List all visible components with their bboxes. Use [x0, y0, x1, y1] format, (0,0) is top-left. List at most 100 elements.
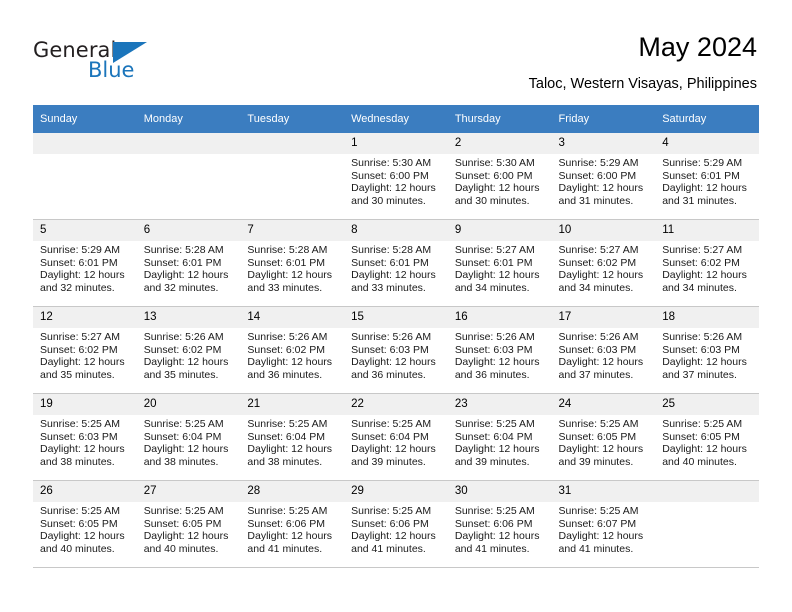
calendar-day-cell[interactable]: 19 Sunrise: 5:25 AM Sunset: 6:03 PM Dayligh… — [33, 393, 137, 481]
calendar-week-row: 12 Sunrise: 5:27 AM Sunset: 6:02 PM Dayligh… — [33, 306, 759, 394]
day-daylight-line2-text: and 32 minutes. — [143, 281, 219, 294]
day-sunset-text: Sunset: 6:07 PM — [558, 517, 637, 530]
calendar-day-cell[interactable]: 26 Sunrise: 5:25 AM Sunset: 6:05 PM Dayligh… — [33, 480, 137, 568]
calendar-day-cell[interactable]: 4 Sunrise: 5:29 AM Sunset: 6:01 PM Daylight… — [655, 133, 759, 220]
day-number: 30 — [447, 481, 552, 502]
day-number: 25 — [655, 394, 759, 415]
day-sun-info: Sunrise: 5:25 AM Sunset: 6:04 PM Daylight:… — [137, 415, 241, 468]
calendar-header-row: Sunday Monday Tuesday Wednesday Thursday… — [33, 105, 759, 133]
day-number: 19 — [33, 394, 137, 415]
calendar-day-cell[interactable]: 13 Sunrise: 5:26 AM Sunset: 6:02 PM Dayligh… — [136, 306, 241, 394]
calendar-day-cell[interactable]: 12 Sunrise: 5:27 AM Sunset: 6:02 PM Dayligh… — [33, 306, 137, 394]
day-daylight-line1-text: Daylight: 12 hours — [558, 443, 644, 456]
day-daylight-line2-text: and 31 minutes. — [662, 194, 737, 207]
day-daylight-line1-text: Daylight: 12 hours — [351, 443, 436, 456]
calendar-day-cell[interactable]: 2 Sunrise: 5:30 AM Sunset: 6:00 PM Daylight… — [447, 133, 552, 220]
calendar-day-cell[interactable]: 9 Sunrise: 5:27 AM Sunset: 6:01 PM Daylight… — [447, 219, 552, 307]
day-sunrise-text: Sunrise: 5:30 AM — [454, 157, 535, 169]
day-daylight-line1-text: Daylight: 12 hours — [143, 356, 229, 369]
day-sun-info: Sunrise: 5:26 AM Sunset: 6:03 PM Daylight:… — [344, 328, 448, 381]
day-daylight-line1-text: Daylight: 12 hours — [351, 530, 436, 543]
calendar-day-cell[interactable]: 11 Sunrise: 5:27 AM Sunset: 6:02 PM Dayligh… — [655, 219, 759, 307]
day-sunrise-text: Sunrise: 5:25 AM — [247, 418, 328, 430]
day-sunset-text: Sunset: 6:01 PM — [351, 256, 429, 269]
calendar-day-cell[interactable]: 27 Sunrise: 5:25 AM Sunset: 6:05 PM Dayligh… — [136, 480, 241, 568]
day-number: 12 — [33, 307, 137, 328]
calendar-day-cell[interactable]: 8 Sunrise: 5:28 AM Sunset: 6:01 PM Daylight… — [344, 219, 448, 307]
calendar-day-cell[interactable]: 14 Sunrise: 5:26 AM Sunset: 6:02 PM Dayligh… — [240, 306, 345, 394]
calendar-week-row: 5 Sunrise: 5:29 AM Sunset: 6:01 PM Daylight… — [33, 219, 759, 307]
day-sunrise-text: Sunrise: 5:25 AM — [40, 505, 120, 517]
day-sunrise-text: Sunrise: 5:29 AM — [558, 157, 639, 169]
weekday-header-friday: Friday — [551, 105, 656, 133]
calendar-day-cell[interactable]: 28 Sunrise: 5:25 AM Sunset: 6:06 PM Dayligh… — [240, 480, 345, 568]
day-number: 1 — [344, 133, 448, 154]
day-sunrise-text: Sunrise: 5:25 AM — [143, 418, 224, 430]
weekday-header-wednesday: Wednesday — [344, 105, 448, 133]
calendar-day-cell[interactable]: 16 Sunrise: 5:26 AM Sunset: 6:03 PM Dayligh… — [447, 306, 552, 394]
day-daylight-line2-text: and 34 minutes. — [662, 281, 737, 294]
day-number: 14 — [240, 307, 345, 328]
brand-name-blue: Blue — [88, 58, 135, 82]
day-number: 5 — [33, 220, 137, 241]
day-daylight-line2-text: and 32 minutes. — [40, 281, 115, 294]
day-sunrise-text: Sunrise: 5:25 AM — [351, 418, 432, 430]
day-sunset-text: Sunset: 6:00 PM — [454, 169, 533, 182]
page-subtitle: Taloc, Western Visayas, Philippines — [528, 76, 757, 92]
day-number: 3 — [551, 133, 656, 154]
calendar-day-cell[interactable]: 1 Sunrise: 5:30 AM Sunset: 6:00 PM Daylight… — [344, 133, 448, 220]
day-sun-info: Sunrise: 5:25 AM Sunset: 6:06 PM Daylight:… — [240, 502, 344, 555]
day-sun-info: Sunrise: 5:26 AM Sunset: 6:02 PM Daylight:… — [137, 328, 241, 381]
calendar-day-cell[interactable]: 7 Sunrise: 5:28 AM Sunset: 6:01 PM Daylight… — [240, 219, 345, 307]
day-sunset-text: Sunset: 6:02 PM — [662, 256, 740, 269]
day-daylight-line2-text: and 38 minutes. — [40, 455, 115, 468]
day-daylight-line1-text: Daylight: 12 hours — [247, 356, 333, 369]
day-number: 17 — [551, 307, 656, 328]
calendar-day-cell[interactable]: 20 Sunrise: 5:25 AM Sunset: 6:04 PM Dayligh… — [136, 393, 241, 481]
day-sun-info: Sunrise: 5:30 AM Sunset: 6:00 PM Daylight:… — [344, 154, 448, 207]
weekday-header-thursday: Thursday — [447, 105, 552, 133]
calendar-day-cell[interactable]: 23 Sunrise: 5:25 AM Sunset: 6:04 PM Dayligh… — [447, 393, 552, 481]
day-sun-info: Sunrise: 5:25 AM Sunset: 6:05 PM Daylight:… — [137, 502, 241, 555]
day-sun-info: Sunrise: 5:25 AM Sunset: 6:06 PM Daylight:… — [344, 502, 448, 555]
day-sunrise-text: Sunrise: 5:28 AM — [247, 244, 328, 256]
day-sunset-text: Sunset: 6:01 PM — [247, 256, 326, 269]
calendar-day-cell[interactable]: 21 Sunrise: 5:25 AM Sunset: 6:04 PM Dayligh… — [240, 393, 345, 481]
brand-logo[interactable]: General Blue — [33, 38, 183, 86]
day-daylight-line1-text: Daylight: 12 hours — [143, 269, 229, 282]
day-number: 23 — [447, 394, 552, 415]
day-daylight-line1-text: Daylight: 12 hours — [558, 269, 644, 282]
calendar-day-cell[interactable]: 24 Sunrise: 5:25 AM Sunset: 6:05 PM Dayligh… — [551, 393, 656, 481]
calendar-day-cell[interactable]: 18 Sunrise: 5:26 AM Sunset: 6:03 PM Dayligh… — [655, 306, 759, 394]
calendar-day-cell[interactable]: 29 Sunrise: 5:25 AM Sunset: 6:06 PM Dayligh… — [344, 480, 448, 568]
calendar-day-cell[interactable]: 30 Sunrise: 5:25 AM Sunset: 6:06 PM Dayligh… — [447, 480, 552, 568]
calendar-day-cell[interactable]: 6 Sunrise: 5:28 AM Sunset: 6:01 PM Daylight… — [136, 219, 241, 307]
day-number: 28 — [240, 481, 345, 502]
day-sun-info: Sunrise: 5:27 AM Sunset: 6:02 PM Daylight:… — [33, 328, 137, 381]
calendar-day-cell[interactable]: 22 Sunrise: 5:25 AM Sunset: 6:04 PM Dayligh… — [344, 393, 448, 481]
calendar-day-cell[interactable]: 25 Sunrise: 5:25 AM Sunset: 6:05 PM Dayligh… — [655, 393, 759, 481]
day-sun-info — [33, 154, 137, 157]
day-sun-info: Sunrise: 5:25 AM Sunset: 6:05 PM Daylight:… — [33, 502, 137, 555]
calendar-day-cell[interactable]: 10 Sunrise: 5:27 AM Sunset: 6:02 PM Dayligh… — [551, 219, 656, 307]
calendar-day-cell[interactable]: 3 Sunrise: 5:29 AM Sunset: 6:00 PM Daylight… — [551, 133, 656, 220]
day-daylight-line2-text: and 41 minutes. — [351, 542, 426, 555]
calendar-day-cell[interactable]: 5 Sunrise: 5:29 AM Sunset: 6:01 PM Daylight… — [33, 219, 137, 307]
day-number: 9 — [447, 220, 552, 241]
day-sun-info: Sunrise: 5:26 AM Sunset: 6:03 PM Daylight:… — [552, 328, 656, 381]
calendar-day-cell[interactable]: 31 Sunrise: 5:25 AM Sunset: 6:07 PM Dayligh… — [551, 480, 656, 568]
calendar-day-cell[interactable]: 17 Sunrise: 5:26 AM Sunset: 6:03 PM Dayligh… — [551, 306, 656, 394]
day-daylight-line2-text: and 35 minutes. — [40, 368, 115, 381]
calendar-day-cell[interactable]: 15 Sunrise: 5:26 AM Sunset: 6:03 PM Dayligh… — [344, 306, 448, 394]
day-sunset-text: Sunset: 6:04 PM — [247, 430, 326, 443]
day-sun-info — [240, 154, 344, 157]
weekday-header-sunday: Sunday — [33, 105, 137, 133]
day-sun-info: Sunrise: 5:28 AM Sunset: 6:01 PM Daylight:… — [137, 241, 241, 294]
day-sunrise-text: Sunrise: 5:26 AM — [143, 331, 224, 343]
calendar-week-row: 1 Sunrise: 5:30 AM Sunset: 6:00 PM Daylight… — [33, 133, 759, 220]
day-sunrise-text: Sunrise: 5:25 AM — [454, 505, 535, 517]
day-number: 13 — [136, 307, 241, 328]
day-daylight-line1-text: Daylight: 12 hours — [40, 356, 125, 369]
day-number: 21 — [240, 394, 345, 415]
day-sunset-text: Sunset: 6:03 PM — [662, 343, 740, 356]
